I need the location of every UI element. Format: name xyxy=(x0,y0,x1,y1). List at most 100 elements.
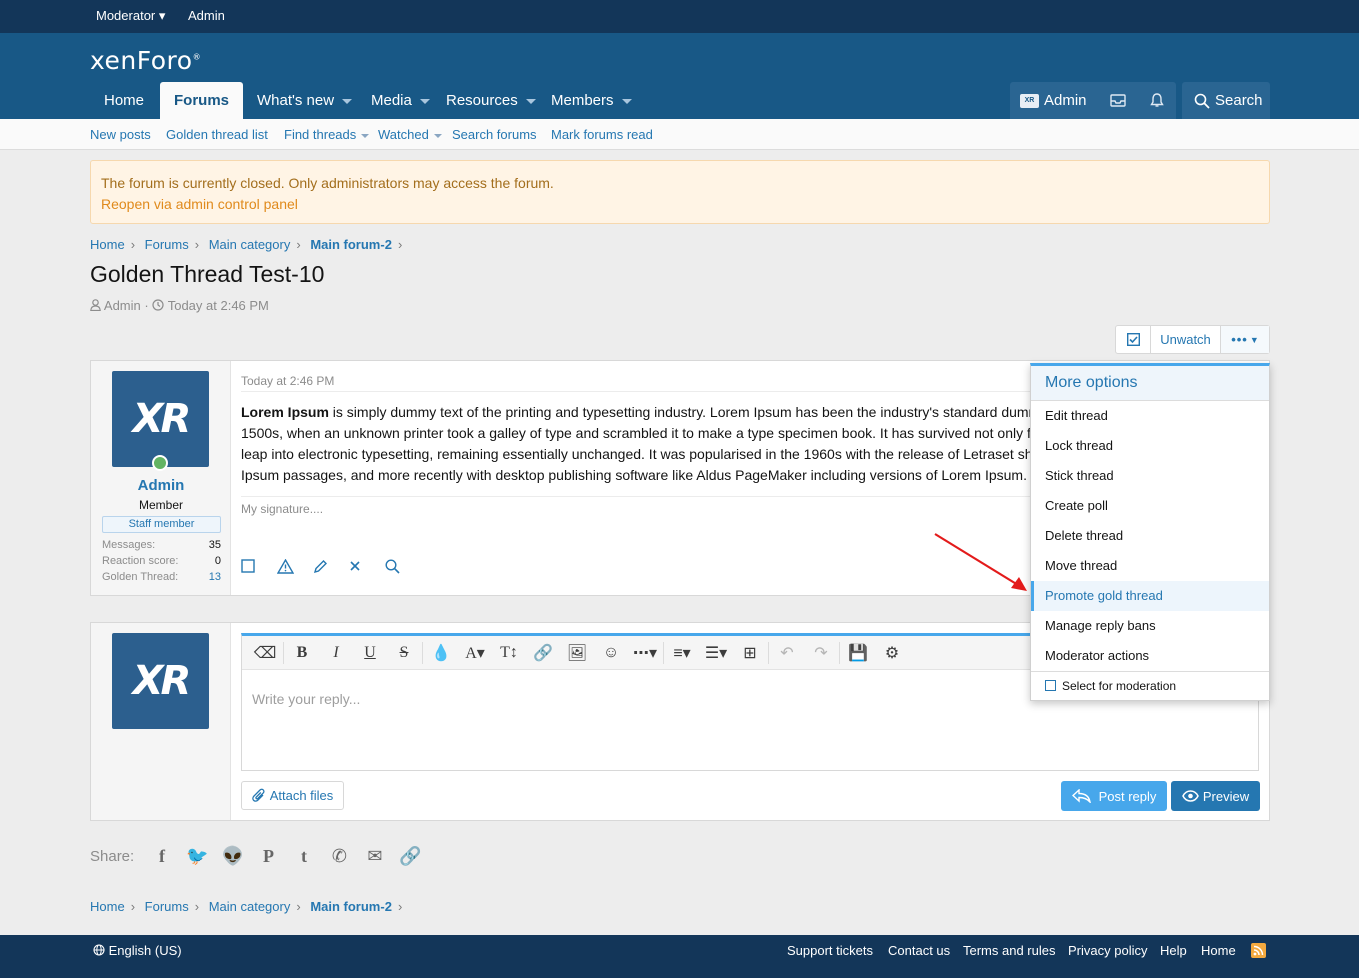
account-avatar[interactable]: XR xyxy=(1020,94,1039,108)
bell-icon[interactable] xyxy=(1150,93,1164,108)
menu-manage-reply-bans[interactable]: Manage reply bans xyxy=(1031,611,1269,641)
breadcrumb-forums[interactable]: Forums xyxy=(145,899,189,914)
rss-icon[interactable] xyxy=(1251,943,1266,958)
menu-delete-thread[interactable]: Delete thread xyxy=(1031,521,1269,551)
breadcrumb-main-category[interactable]: Main category xyxy=(209,899,291,914)
settings-icon[interactable]: ⚙ xyxy=(875,643,909,663)
thread-date[interactable]: Today at 2:46 PM xyxy=(168,298,269,313)
nav-media[interactable]: Media xyxy=(357,82,444,119)
footer-contact-us[interactable]: Contact us xyxy=(888,943,950,958)
reply-placeholder[interactable]: Write your reply... xyxy=(252,691,360,707)
menu-create-poll[interactable]: Create poll xyxy=(1031,491,1269,521)
moderator-menu[interactable]: Moderator ▾ xyxy=(96,8,165,24)
font-size-icon[interactable]: T↕ xyxy=(492,644,526,662)
avatar[interactable]: XR xyxy=(112,371,209,467)
nav-resources[interactable]: Resources xyxy=(432,82,550,119)
breadcrumb-main-category[interactable]: Main category xyxy=(209,237,291,252)
reopen-link[interactable]: Reopen via admin control panel xyxy=(101,194,1259,215)
search-button[interactable]: Search xyxy=(1182,82,1270,119)
more-options-button[interactable]: ••• ▼ xyxy=(1221,326,1269,353)
font-family-icon[interactable]: A▾ xyxy=(458,643,492,663)
chevron-down-icon[interactable] xyxy=(525,98,536,104)
subnav-watched[interactable]: Watched xyxy=(378,127,442,142)
username[interactable]: Admin xyxy=(91,477,231,494)
nav-home[interactable]: Home xyxy=(90,82,158,119)
preview-button[interactable]: Preview xyxy=(1171,781,1260,811)
chevron-down-icon[interactable] xyxy=(433,133,442,138)
more-icon[interactable]: ⋯▾ xyxy=(628,643,662,663)
edit-icon[interactable] xyxy=(313,559,349,579)
breadcrumb-home[interactable]: Home xyxy=(90,899,125,914)
menu-edit-thread[interactable]: Edit thread xyxy=(1031,401,1269,431)
avatar[interactable]: XR xyxy=(112,633,209,729)
post-date[interactable]: Today at 2:46 PM xyxy=(241,374,334,388)
account-link[interactable]: Admin xyxy=(1044,92,1087,109)
chevron-down-icon[interactable] xyxy=(342,98,353,104)
report-icon[interactable] xyxy=(276,558,313,579)
clear-formatting-icon[interactable]: ⌫ xyxy=(248,643,282,663)
menu-moderator-actions[interactable]: Moderator actions xyxy=(1031,641,1269,671)
footer-help[interactable]: Help xyxy=(1160,943,1187,958)
language-chooser[interactable]: English (US) xyxy=(93,943,182,958)
footer-privacy[interactable]: Privacy policy xyxy=(1068,943,1147,958)
footer-terms[interactable]: Terms and rules xyxy=(963,943,1055,958)
image-icon[interactable]: 🖼 xyxy=(560,643,594,663)
facebook-icon[interactable]: f xyxy=(144,846,180,867)
pinterest-icon[interactable]: P xyxy=(251,846,287,867)
drafts-icon[interactable]: 💾 xyxy=(841,643,875,663)
whatsapp-icon[interactable]: ✆ xyxy=(322,846,358,867)
subnav-new-posts[interactable]: New posts xyxy=(90,127,151,142)
reddit-icon[interactable]: 👽 xyxy=(215,846,251,867)
nav-whats-new[interactable]: What's new xyxy=(243,82,366,119)
footer-support-tickets[interactable]: Support tickets xyxy=(787,943,873,958)
bold-icon[interactable]: B xyxy=(285,644,319,662)
twitter-icon[interactable]: 🐦 xyxy=(180,846,216,867)
list-icon[interactable]: ☰▾ xyxy=(699,643,733,663)
breadcrumb-main-forum[interactable]: Main forum-2 xyxy=(310,899,392,914)
thread-author[interactable]: Admin xyxy=(104,298,141,313)
email-icon[interactable]: ✉ xyxy=(357,846,393,867)
strikethrough-icon[interactable]: S xyxy=(387,644,421,662)
post-reply-button[interactable]: Post reply xyxy=(1061,781,1167,811)
inbox-icon[interactable] xyxy=(1110,94,1126,107)
link-icon[interactable]: 🔗 xyxy=(526,643,560,663)
unwatch-button[interactable]: Unwatch xyxy=(1151,326,1221,353)
select-thread-button[interactable] xyxy=(1116,326,1151,353)
admin-link[interactable]: Admin xyxy=(188,8,225,23)
delete-icon[interactable] xyxy=(349,559,385,579)
chevron-down-icon[interactable] xyxy=(621,98,632,104)
breadcrumb-main-forum[interactable]: Main forum-2 xyxy=(310,237,392,252)
menu-promote-gold-thread[interactable]: Promote gold thread xyxy=(1031,581,1269,611)
align-icon[interactable]: ≡▾ xyxy=(665,643,699,663)
tumblr-icon[interactable]: t xyxy=(286,846,322,867)
ip-search-icon[interactable] xyxy=(385,559,421,579)
nav-forums[interactable]: Forums xyxy=(160,82,244,119)
italic-icon[interactable]: I xyxy=(319,644,353,662)
breadcrumb-forums[interactable]: Forums xyxy=(145,237,189,252)
chevron-down-icon[interactable] xyxy=(419,98,430,104)
site-logo[interactable]: xenForo® xyxy=(90,46,201,75)
select-post-checkbox[interactable] xyxy=(241,559,277,579)
smilies-icon[interactable]: ☺ xyxy=(594,644,628,662)
subnav-mark-forums-read[interactable]: Mark forums read xyxy=(551,127,653,142)
nav-members[interactable]: Members xyxy=(537,82,646,119)
chevron-down-icon[interactable] xyxy=(361,133,370,138)
subnav-search-forums[interactable]: Search forums xyxy=(452,127,537,142)
user-title: Member xyxy=(138,498,183,512)
menu-lock-thread[interactable]: Lock thread xyxy=(1031,431,1269,461)
undo-icon[interactable]: ↶ xyxy=(770,643,804,663)
underline-icon[interactable]: U xyxy=(353,644,387,662)
menu-move-thread[interactable]: Move thread xyxy=(1031,551,1269,581)
breadcrumb-home[interactable]: Home xyxy=(90,237,125,252)
menu-stick-thread[interactable]: Stick thread xyxy=(1031,461,1269,491)
subnav-find-threads[interactable]: Find threads xyxy=(284,127,370,142)
redo-icon[interactable]: ↷ xyxy=(804,643,838,663)
table-icon[interactable]: ⊞ xyxy=(733,643,767,663)
attach-files-button[interactable]: Attach files xyxy=(241,781,344,810)
checkbox-icon[interactable] xyxy=(1045,680,1056,691)
subnav-golden-thread-list[interactable]: Golden thread list xyxy=(166,127,268,142)
color-icon[interactable]: 💧 xyxy=(424,643,458,663)
footer-home[interactable]: Home xyxy=(1201,943,1236,958)
share-link-icon[interactable]: 🔗 xyxy=(393,846,429,867)
menu-select-for-moderation[interactable]: Select for moderation xyxy=(1031,672,1269,700)
